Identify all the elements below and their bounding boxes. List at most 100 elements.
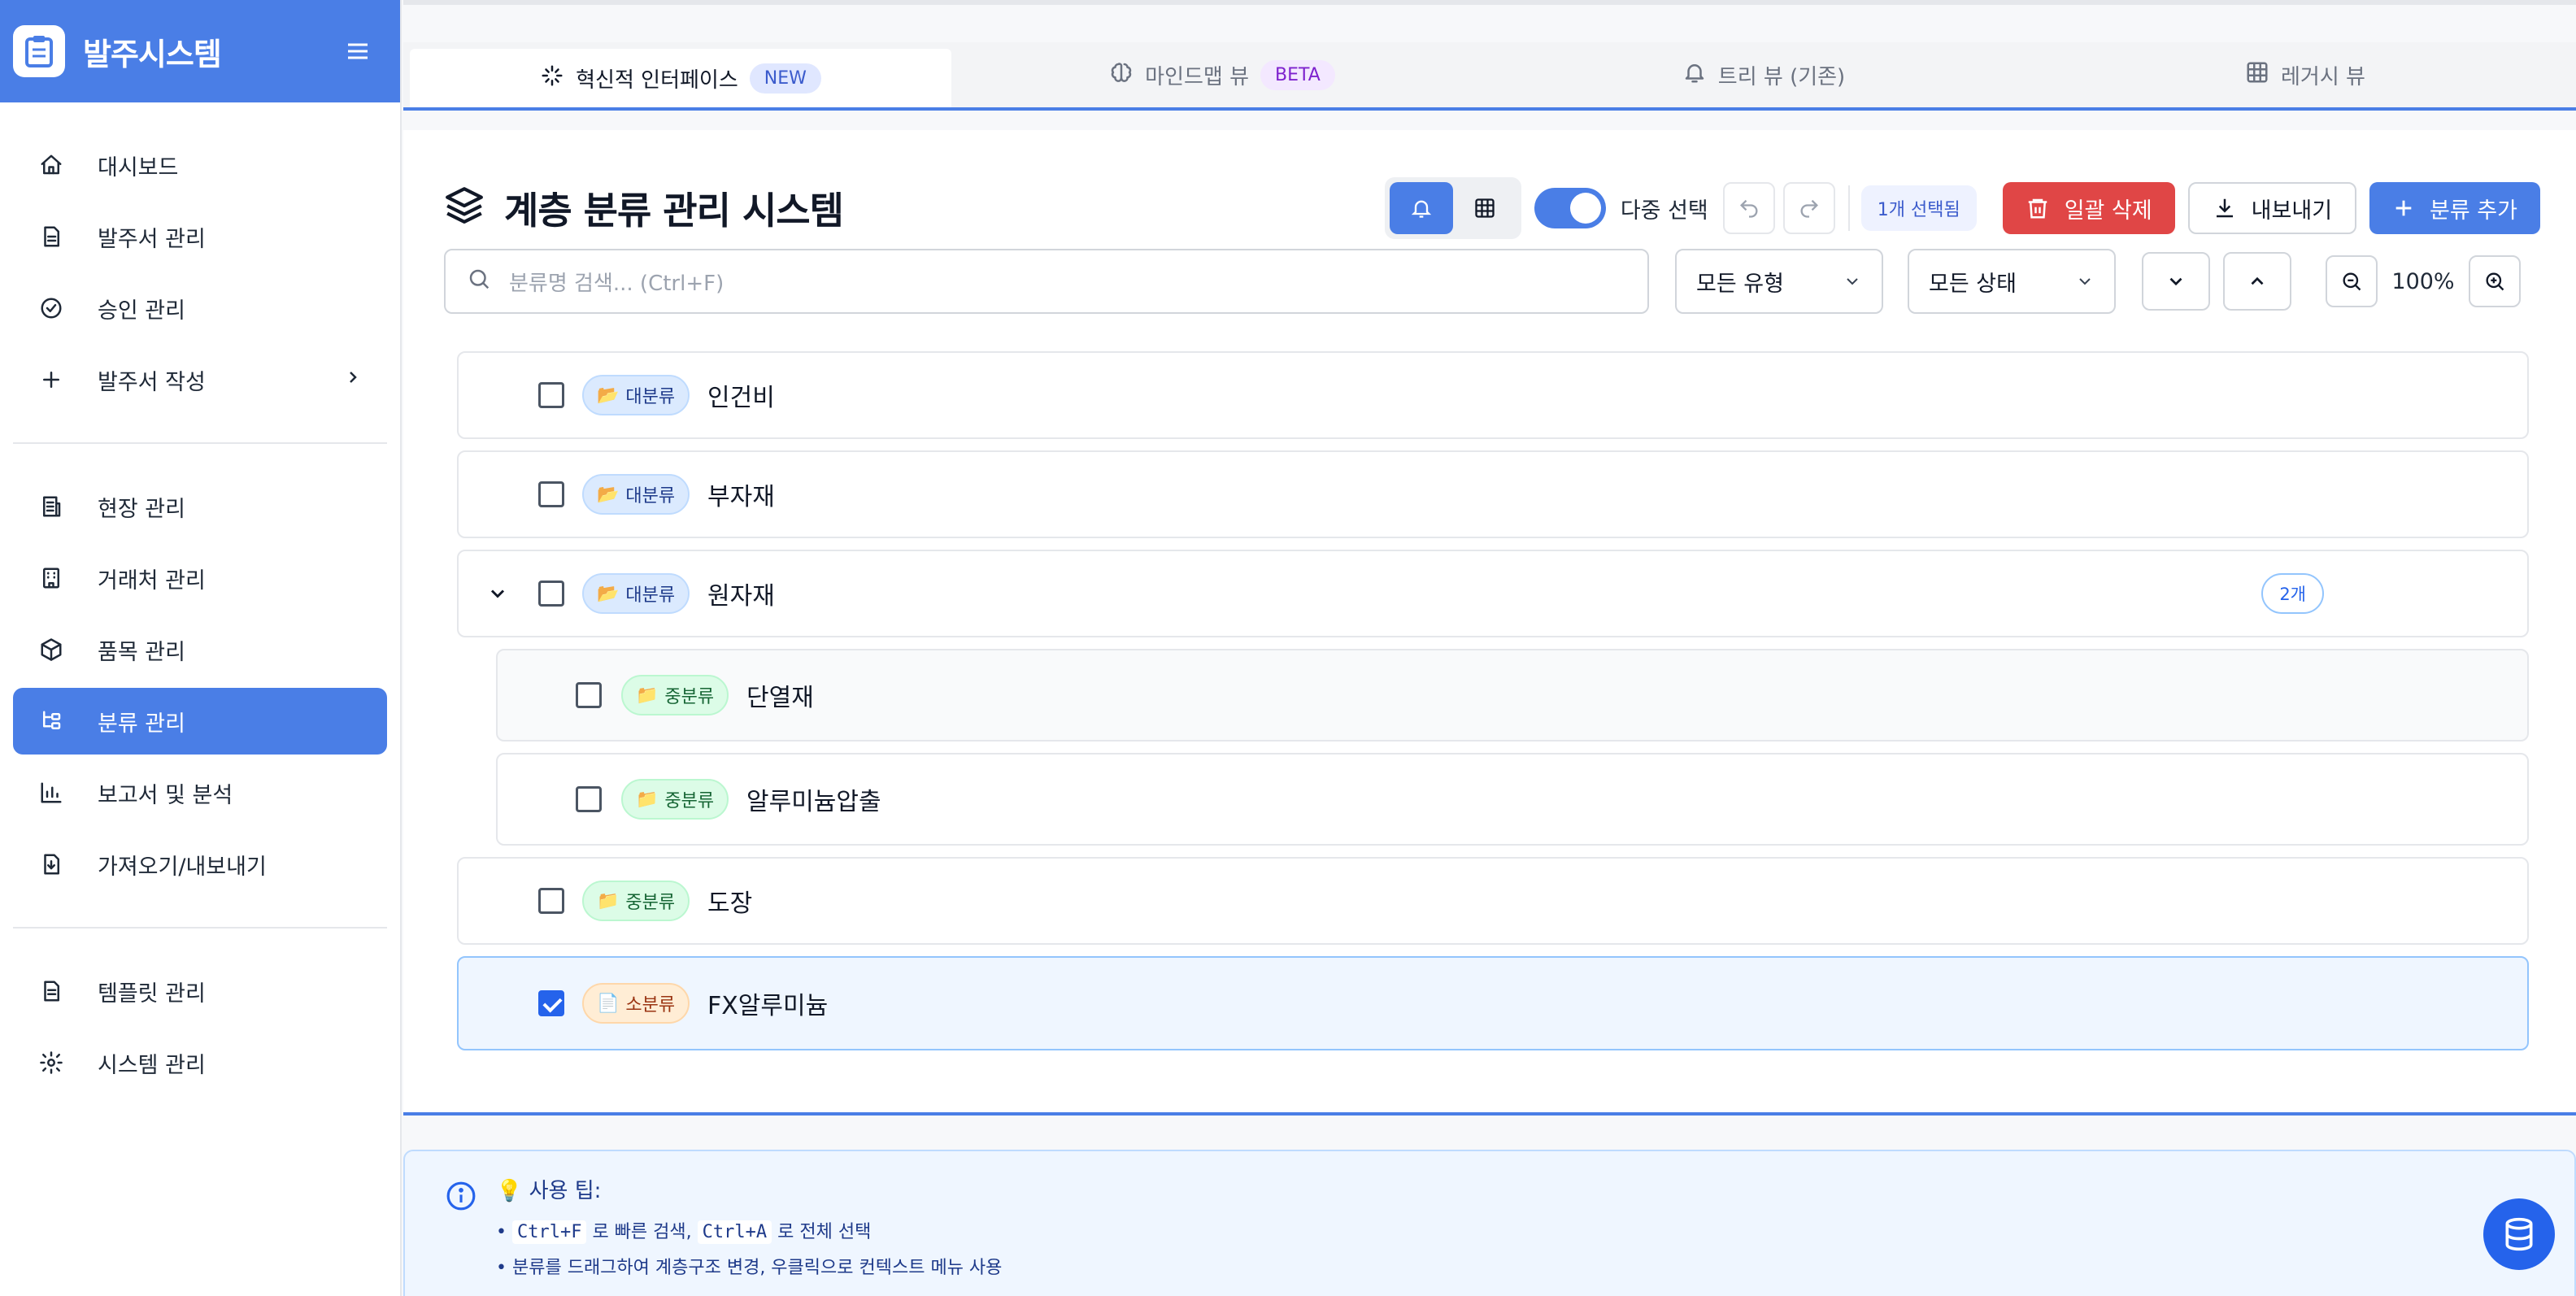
sidebar-item[interactable]: 템플릿 관리	[13, 958, 387, 1024]
clipboard-icon	[13, 25, 65, 77]
tab-label: 혁신적 인터페이스	[576, 67, 738, 93]
grid-icon	[2245, 60, 2269, 90]
collapse-all-button[interactable]	[2223, 252, 2291, 311]
category-type-badge: 📁 중분류	[621, 675, 729, 715]
sidebar-header: 발주시스템	[0, 0, 400, 102]
view-tab[interactable]: 혁신적 인터페이스 NEW	[410, 49, 951, 107]
database-fab-button[interactable]	[2483, 1198, 2555, 1270]
category-panel: 계층 분류 관리 시스템 다중 선택 1개 선택됨 일괄 삭제 내보내기 분류 …	[403, 130, 2576, 1114]
tip-kbd: Ctrl+F	[511, 1220, 587, 1244]
hamburger-menu-icon[interactable]	[342, 35, 374, 67]
sidebar-item[interactable]: 발주서 작성	[13, 346, 387, 413]
database-icon	[2505, 1217, 2533, 1251]
add-category-button[interactable]: 분류 추가	[2369, 182, 2540, 234]
sidebar-item[interactable]: 보고서 및 분석	[13, 759, 387, 826]
tree-row[interactable]: 📁 중분류 단열재	[496, 649, 2529, 742]
row-checkbox[interactable]	[538, 888, 564, 914]
sidebar-item-label: 발주서 작성	[98, 369, 206, 395]
type-select[interactable]: 모든 유형	[1675, 249, 1883, 314]
grid-view-button[interactable]	[1453, 182, 1516, 234]
search-input[interactable]: 분류명 검색... (Ctrl+F)	[444, 249, 1649, 314]
category-type-label: 대분류	[625, 486, 676, 507]
sidebar-item[interactable]: 분류 관리	[13, 688, 387, 755]
sidebar-item-label: 거래처 관리	[98, 568, 206, 594]
sidebar-item-label: 템플릿 관리	[98, 981, 206, 1007]
category-name: 부자재	[707, 483, 775, 511]
sidebar-item[interactable]: 승인 관리	[13, 275, 387, 341]
row-checkbox[interactable]	[538, 481, 564, 507]
sidebar-item[interactable]: 거래처 관리	[13, 545, 387, 611]
folder-icon: 📂	[597, 583, 620, 604]
multi-select-toggle[interactable]	[1534, 188, 1606, 228]
category-name: 원자재	[707, 582, 775, 611]
sidebar-item-label: 분류 관리	[98, 711, 185, 737]
row-checkbox[interactable]	[538, 581, 564, 607]
chevron-right-icon	[343, 367, 363, 393]
undo-icon	[1739, 199, 1758, 218]
sidebar-item[interactable]: 현장 관리	[13, 473, 387, 540]
sparkle-icon	[540, 63, 564, 94]
sidebar-item[interactable]: 대시보드	[13, 132, 387, 198]
sidebar-item[interactable]: 시스템 관리	[13, 1029, 387, 1096]
tree-row[interactable]: 📂 대분류 부자재	[457, 450, 2529, 538]
row-checkbox[interactable]	[576, 682, 602, 708]
check-circle-icon	[37, 294, 65, 322]
filter-bar: 분류명 검색... (Ctrl+F) 모든 유형 모든 상태 100%	[444, 249, 2540, 314]
category-type-label: 소분류	[625, 995, 676, 1015]
bell-icon	[1411, 200, 1431, 218]
tab-label: 트리 뷰 (기존)	[1717, 64, 1846, 89]
sidebar-item[interactable]: 가져오기/내보내기	[13, 831, 387, 898]
view-tab[interactable]: 레거시 뷰	[2034, 42, 2576, 107]
folder-icon: 📂	[597, 484, 620, 505]
tips-divider	[403, 1112, 2576, 1116]
tree-row[interactable]: 📂 대분류 인건비	[457, 351, 2529, 439]
tree-row[interactable]: 📄 소분류 FX알루미늄	[457, 956, 2529, 1050]
sidebar: 발주시스템 대시보드 발주서 관리 승인 관리발주서 작성현장 관리거래처 관리품목…	[0, 0, 402, 1296]
view-tab[interactable]: 마인드맵 뷰 BETA	[951, 42, 1493, 107]
row-checkbox[interactable]	[538, 382, 564, 408]
zoom-in-button[interactable]	[2469, 255, 2521, 307]
tree-row[interactable]: 📁 중분류 도장	[457, 857, 2529, 945]
lightbulb-icon: 💡	[496, 1179, 523, 1203]
toolbar-divider	[1847, 185, 1850, 231]
sidebar-item[interactable]: 품목 관리	[13, 616, 387, 683]
top-divider	[403, 0, 2576, 5]
layers-icon	[444, 184, 485, 233]
tree-row[interactable]: 📁 중분류 알루미늄압출	[496, 753, 2529, 846]
tab-label: 마인드맵 뷰	[1145, 64, 1250, 89]
redo-button[interactable]	[1782, 182, 1835, 234]
sidebar-group: 템플릿 관리시스템 관리	[13, 929, 387, 1125]
status-select-value: 모든 상태	[1929, 271, 2017, 297]
row-checkbox[interactable]	[538, 990, 564, 1016]
tree-row[interactable]: 📂 대분류 원자재 2개	[457, 550, 2529, 637]
gear-icon	[37, 1049, 65, 1076]
brain-icon	[1109, 60, 1134, 90]
bulk-delete-button[interactable]: 일괄 삭제	[2002, 182, 2175, 234]
tree-view-button[interactable]	[1389, 182, 1453, 234]
zoom-out-icon	[2343, 272, 2361, 291]
search-icon	[467, 267, 491, 297]
sidebar-nav: 대시보드 발주서 관리 승인 관리발주서 작성현장 관리거래처 관리품목 관리분류 …	[0, 102, 400, 1125]
tip-text: 로 빠른 검색,	[586, 1222, 698, 1242]
view-tab[interactable]: 트리 뷰 (기존)	[1493, 42, 2034, 107]
multi-select-label: 다중 선택	[1620, 198, 1708, 224]
status-select[interactable]: 모든 상태	[1908, 249, 2116, 314]
bulk-delete-label: 일괄 삭제	[2064, 198, 2152, 224]
zoom-in-icon	[2486, 272, 2504, 291]
add-category-label: 분류 추가	[2430, 198, 2517, 224]
info-icon	[446, 1181, 476, 1215]
export-button[interactable]: 내보내기	[2187, 182, 2357, 234]
selected-count-badge: 1개 선택됨	[1860, 185, 1977, 231]
chevron-down-icon[interactable]	[485, 581, 511, 607]
type-select-value: 모든 유형	[1696, 271, 1784, 297]
row-checkbox[interactable]	[576, 786, 602, 812]
sidebar-item-label: 시스템 관리	[98, 1052, 206, 1078]
sidebar-item[interactable]: 발주서 관리	[13, 203, 387, 270]
zoom-out-button[interactable]	[2326, 255, 2378, 307]
usage-tips: 💡 사용 팁: Ctrl+F 로 빠른 검색, Ctrl+A 로 전체 선택 분…	[403, 1150, 2576, 1296]
expand-all-button[interactable]	[2142, 252, 2210, 311]
category-type-badge: 📂 대분류	[582, 474, 690, 515]
view-tabs: 혁신적 인터페이스 NEW 마인드맵 뷰 BETA 트리 뷰 (기존) 레거시 뷰	[403, 42, 2576, 111]
undo-button[interactable]	[1722, 182, 1775, 234]
trash-icon	[2028, 198, 2047, 219]
